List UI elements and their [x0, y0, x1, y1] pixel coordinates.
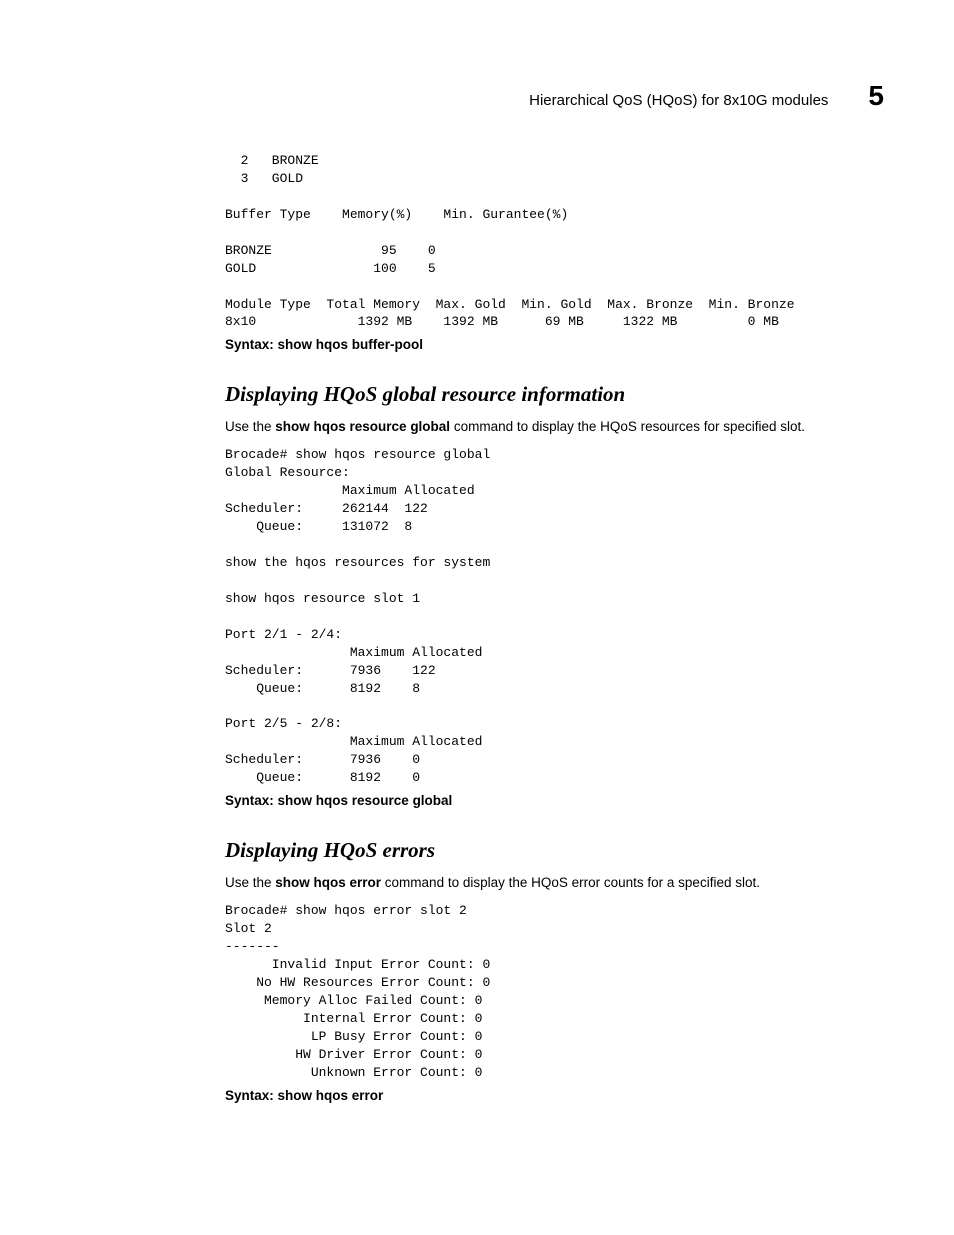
- para-global-resource: Use the show hqos resource global comman…: [225, 419, 884, 434]
- para-errors: Use the show hqos error command to displ…: [225, 875, 884, 890]
- page: Hierarchical QoS (HQoS) for 8x10G module…: [0, 0, 954, 1235]
- syntax-command: show hqos buffer-pool: [278, 337, 423, 352]
- syntax-label: Syntax:: [225, 1088, 278, 1103]
- page-header: Hierarchical QoS (HQoS) for 8x10G module…: [225, 80, 884, 112]
- chapter-number: 5: [868, 80, 884, 112]
- para-cmd: show hqos error: [275, 875, 381, 890]
- syntax-command: show hqos resource global: [278, 793, 453, 808]
- para-text-pre: Use the: [225, 875, 275, 890]
- syntax-label: Syntax:: [225, 793, 278, 808]
- syntax-command: show hqos error: [278, 1088, 384, 1103]
- para-text-pre: Use the: [225, 419, 275, 434]
- syntax-errors: Syntax: show hqos error: [225, 1088, 884, 1103]
- header-title: Hierarchical QoS (HQoS) for 8x10G module…: [529, 92, 828, 109]
- heading-errors: Displaying HQoS errors: [225, 838, 884, 863]
- syntax-label: Syntax:: [225, 337, 278, 352]
- code-block-errors: Brocade# show hqos error slot 2 Slot 2 -…: [225, 902, 884, 1081]
- para-text-post: command to display the HQoS error counts…: [381, 875, 760, 890]
- syntax-buffer-pool: Syntax: show hqos buffer-pool: [225, 337, 884, 352]
- para-text-post: command to display the HQoS resources fo…: [450, 419, 805, 434]
- heading-global-resource: Displaying HQoS global resource informat…: [225, 382, 884, 407]
- code-block-resource-global: Brocade# show hqos resource global Globa…: [225, 446, 884, 787]
- para-cmd: show hqos resource global: [275, 419, 450, 434]
- syntax-resource-global: Syntax: show hqos resource global: [225, 793, 884, 808]
- code-block-buffer-pool: 2 BRONZE 3 GOLD Buffer Type Memory(%) Mi…: [225, 152, 884, 331]
